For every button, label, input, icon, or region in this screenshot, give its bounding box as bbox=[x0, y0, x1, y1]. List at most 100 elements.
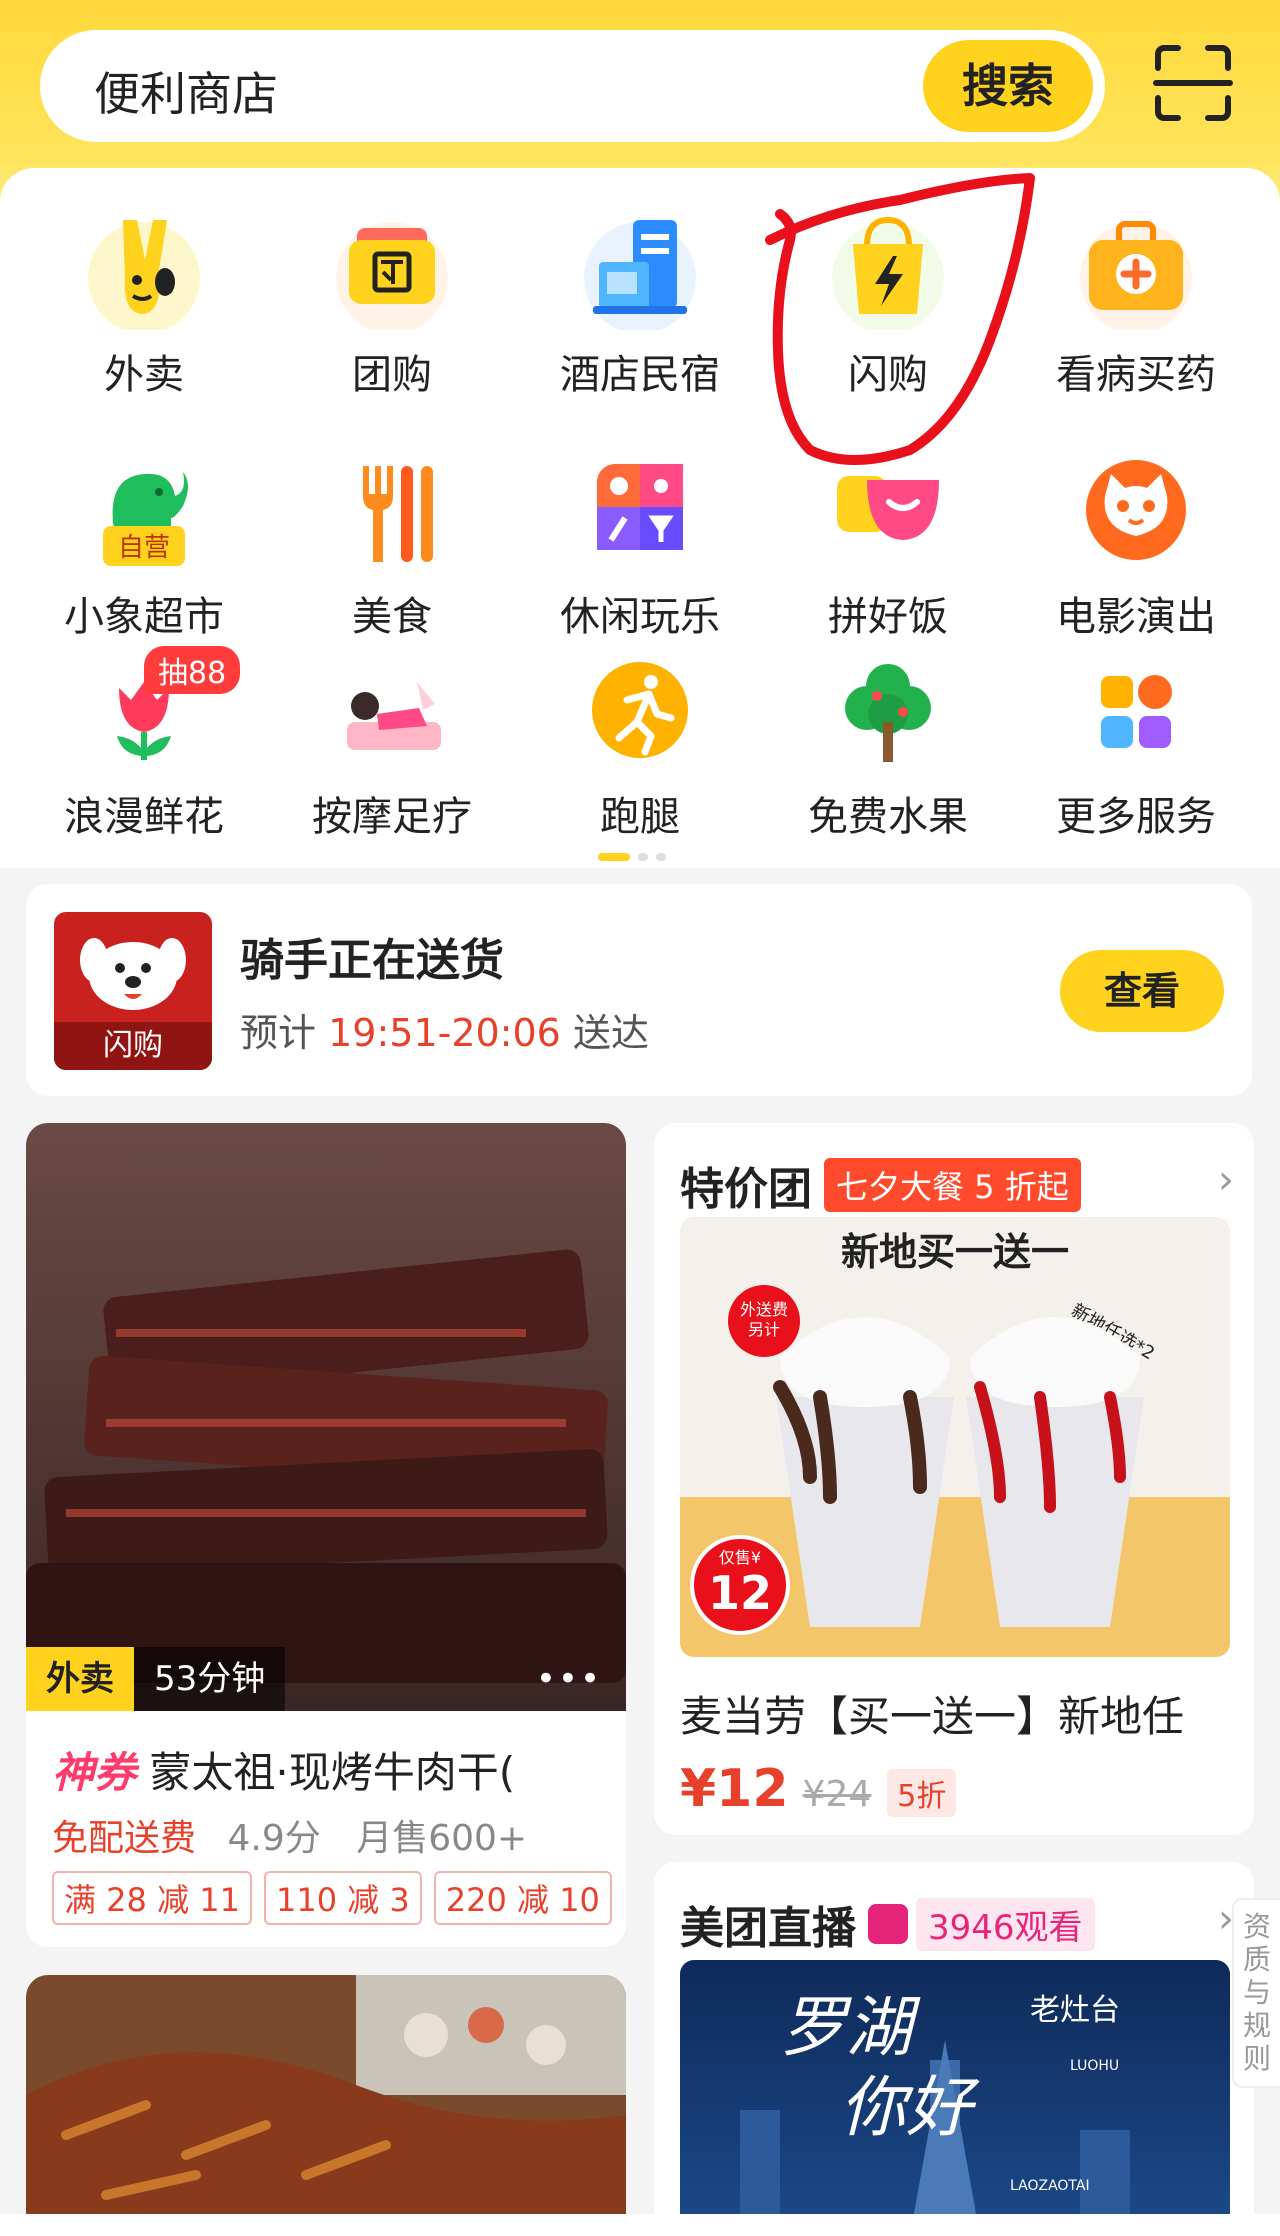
service-label: 更多服务 bbox=[1056, 794, 1216, 840]
tree-icon bbox=[845, 664, 931, 762]
live-cover-image: 罗湖 你好 老灶台 LUOHU LAOZAOTAI bbox=[680, 1960, 1230, 2236]
promo-headline: 新地买一送一 bbox=[841, 1230, 1069, 1274]
service-more[interactable]: 更多服务 bbox=[1036, 652, 1236, 842]
live-brand: 老灶台 bbox=[1030, 1993, 1120, 2028]
service-hotel[interactable]: 酒店民宿 bbox=[540, 210, 740, 400]
fork-knife-icon bbox=[363, 466, 433, 562]
service-massage[interactable]: 按摩足疗 bbox=[292, 652, 492, 842]
chevron-right-icon[interactable]: › bbox=[1218, 1157, 1234, 1203]
monthly-sales: 月售600+ bbox=[356, 1818, 528, 1859]
service-errand[interactable]: 跑腿 bbox=[540, 652, 740, 842]
service-label: 拼好饭 bbox=[828, 594, 948, 640]
store-meta: 免配送费 4.9分 月售600+ bbox=[52, 1809, 551, 1861]
tag-time: 53分钟 bbox=[134, 1647, 286, 1711]
dog-mascot-icon bbox=[80, 938, 186, 1010]
service-elephant-market[interactable]: 自营 小象超市 bbox=[44, 452, 244, 642]
feed-card-food[interactable] bbox=[26, 1975, 626, 2236]
deal-title: 特价团 bbox=[680, 1164, 812, 1215]
page-dot-active bbox=[598, 853, 630, 861]
waimai-icon bbox=[88, 220, 200, 334]
bottom-nav-edge bbox=[0, 2214, 1280, 2236]
free-delivery: 免配送费 bbox=[52, 1818, 197, 1859]
delivery-status-card[interactable]: 闪购 骑手正在送货 预计 19:51-20:06 送达 查看 bbox=[26, 884, 1252, 1096]
beef-jerky-image bbox=[26, 1123, 626, 1711]
deal-badge: 七夕大餐 5 折起 bbox=[824, 1158, 1081, 1212]
service-tuangou[interactable]: 团购 bbox=[292, 210, 492, 400]
page-dot bbox=[638, 853, 648, 861]
coupon[interactable]: 110 减 3 bbox=[263, 1871, 422, 1925]
runner-icon bbox=[592, 662, 688, 758]
deal-heading: 特价团 七夕大餐 5 折起 bbox=[680, 1153, 1081, 1217]
service-movie[interactable]: 电影演出 bbox=[1036, 452, 1236, 642]
medicine-kit-icon bbox=[1080, 221, 1192, 334]
elephant-icon: 自营 bbox=[103, 472, 188, 566]
service-label: 浪漫鲜花 bbox=[64, 794, 224, 840]
cat-face-icon bbox=[1086, 460, 1186, 560]
store-name: 蒙太祖·现烤牛肉干( bbox=[149, 1748, 516, 1797]
live-text-2: 你好 bbox=[840, 2069, 980, 2146]
eta-prefix: 预计 bbox=[240, 1011, 317, 1055]
page-indicator bbox=[598, 846, 674, 865]
lottery-badge: 抽88 bbox=[144, 646, 241, 694]
hotel-icon bbox=[584, 220, 696, 334]
deal-name: 麦当劳【买一送一】新地任 bbox=[680, 1692, 1185, 1741]
service-grid: 外卖 团购 酒店民宿 闪购 看病买药 自营 小象超市 美食 休闲玩乐 拼好饭 电… bbox=[0, 168, 1280, 868]
logo-tag: 闪购 bbox=[54, 1022, 212, 1070]
grid-apps-icon bbox=[1101, 675, 1172, 748]
view-button[interactable]: 查看 bbox=[1060, 950, 1224, 1032]
live-stream-card[interactable]: 美团直播 3946观看 › 罗湖 你好 老灶台 LUOHU LAOZAOTAI bbox=[654, 1862, 1254, 2236]
service-medicine[interactable]: 看病买药 bbox=[1036, 210, 1236, 400]
service-label: 外卖 bbox=[104, 352, 184, 398]
service-label: 按摩足疗 bbox=[312, 794, 472, 840]
rating: 4.9分 bbox=[227, 1818, 321, 1859]
live-text-1: 罗湖 bbox=[780, 1989, 921, 2066]
price-was: ¥24 bbox=[802, 1774, 872, 1815]
tuangou-icon bbox=[336, 222, 448, 334]
store-title: 神券 蒙太祖·现烤牛肉干( bbox=[52, 1739, 515, 1800]
service-waimai[interactable]: 外卖 bbox=[44, 210, 244, 400]
live-footer: LAOZAOTAI bbox=[1010, 2178, 1090, 2194]
qualification-rules-tab[interactable]: 资质与规则 bbox=[1232, 1898, 1280, 2088]
search-bar[interactable]: 便利商店 搜索 bbox=[40, 30, 1105, 142]
flash-buy-logo: 闪购 bbox=[54, 912, 212, 1070]
search-input[interactable]: 便利商店 bbox=[94, 58, 278, 124]
scan-icon[interactable] bbox=[1152, 42, 1234, 124]
delivery-eta: 预计 19:51-20:06 送达 bbox=[240, 1002, 649, 1057]
service-label: 跑腿 bbox=[600, 794, 680, 840]
svg-text:另计: 另计 bbox=[748, 1320, 780, 1339]
coupon-list: 满 28 减 11 110 减 3 220 减 10 bbox=[52, 1871, 624, 1925]
live-title: 美团直播 bbox=[680, 1903, 856, 1954]
live-heading: 美团直播 3946观看 bbox=[680, 1892, 1095, 1956]
view-count: 3946观看 bbox=[916, 1897, 1095, 1951]
service-food[interactable]: 美食 bbox=[292, 452, 492, 642]
service-label: 小象超市 bbox=[64, 594, 224, 640]
promo-price-label: 仅售¥ bbox=[719, 1548, 761, 1567]
eta-suffix: 送达 bbox=[572, 1011, 649, 1055]
special-deal-card[interactable]: 特价团 七夕大餐 5 折起 › 新地买一送一 外送费 另计 新地任选*2 仅售¥… bbox=[654, 1123, 1254, 1835]
leisure-icon bbox=[597, 464, 683, 550]
eta-time: 19:51-20:06 bbox=[328, 1011, 561, 1055]
service-label: 看病买药 bbox=[1056, 352, 1216, 398]
service-leisure[interactable]: 休闲玩乐 bbox=[540, 452, 740, 642]
annotation-circle bbox=[765, 173, 1035, 465]
live-brand-sub: LUOHU bbox=[1070, 2058, 1119, 2074]
sundae-promo-image: 新地买一送一 外送费 另计 新地任选*2 仅售¥ 12 bbox=[680, 1217, 1230, 1657]
svg-text:外送费: 外送费 bbox=[740, 1300, 788, 1319]
self-run-badge: 自营 bbox=[118, 533, 170, 563]
coupon-label: 神券 bbox=[52, 1748, 137, 1797]
coupon[interactable]: 满 28 减 11 bbox=[52, 1871, 252, 1925]
discount-badge: 5折 bbox=[887, 1769, 957, 1817]
service-label: 酒店民宿 bbox=[560, 352, 720, 398]
service-pin-meal[interactable]: 拼好饭 bbox=[788, 452, 988, 642]
delivery-tag: 外卖 53分钟 bbox=[26, 1647, 286, 1711]
service-label: 免费水果 bbox=[808, 794, 968, 840]
service-free-fruit[interactable]: 免费水果 bbox=[788, 652, 988, 842]
massage-icon bbox=[347, 682, 441, 750]
coupon[interactable]: 220 减 10 bbox=[433, 1871, 612, 1925]
service-flowers[interactable]: 抽88 浪漫鲜花 bbox=[44, 646, 244, 842]
search-button[interactable]: 搜索 bbox=[923, 40, 1093, 132]
feed-card-jerky[interactable]: 外卖 53分钟 ••• 神券 蒙太祖·现烤牛肉干( 免配送费 4.9分 月售60… bbox=[26, 1123, 626, 1947]
more-options-icon[interactable]: ••• bbox=[536, 1659, 602, 1699]
live-bars-icon bbox=[868, 1904, 908, 1944]
price-now: ¥12 bbox=[680, 1759, 789, 1819]
